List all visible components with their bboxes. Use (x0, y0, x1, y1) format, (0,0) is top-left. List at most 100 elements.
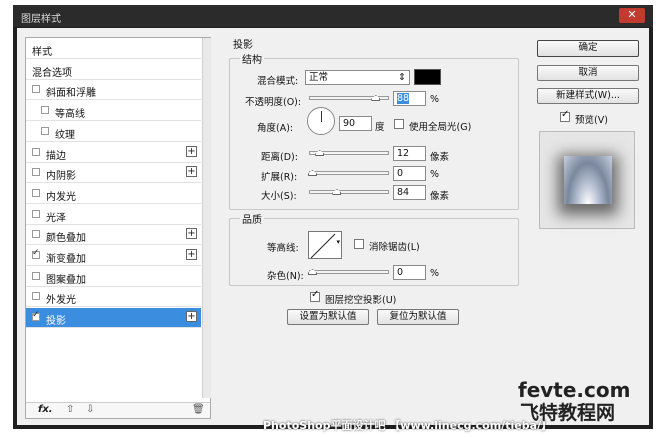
knockout-checkbox[interactable] (310, 289, 320, 302)
title-bar: 图层样式 ✕ (13, 5, 653, 27)
style-item-12[interactable]: 图案叠加 (26, 267, 201, 287)
opacity-slider-thumb[interactable] (371, 95, 381, 101)
style-item-label: 内阴影 (46, 171, 76, 183)
style-item-label: 斜面和浮雕 (46, 88, 96, 100)
distance-slider[interactable] (309, 150, 389, 156)
spread-label: 扩展(R): (261, 172, 298, 183)
spread-slider-thumb[interactable] (308, 170, 317, 176)
antialias-checkbox[interactable] (354, 239, 364, 249)
styles-list-scrollbar[interactable] (202, 38, 211, 398)
close-button[interactable]: ✕ (619, 8, 645, 23)
styles-list-footer: fx. ⇧ ⇩ 🗑 (26, 402, 210, 418)
noise-slider-thumb[interactable] (308, 269, 317, 275)
cancel-button[interactable]: 取消 (537, 65, 639, 81)
style-item-1[interactable]: 样式 (26, 39, 201, 59)
contour-picker[interactable]: ▾ (308, 231, 342, 259)
style-item-checkbox[interactable] (32, 248, 40, 259)
style-item-checkbox[interactable] (41, 106, 49, 115)
noise-unit: % (430, 268, 440, 279)
opacity-unit: % (430, 94, 440, 105)
add-style-icon[interactable]: + (186, 249, 197, 260)
style-item-checkbox[interactable] (32, 168, 40, 177)
style-item-checkbox[interactable] (32, 271, 40, 280)
move-up-icon[interactable]: ⇧ (66, 404, 74, 415)
style-item-checkbox[interactable] (32, 292, 40, 301)
noise-value: 0 (397, 267, 404, 278)
distance-value: 12 (397, 148, 410, 159)
style-item-10[interactable]: 颜色叠加 + (26, 225, 201, 246)
add-style-icon[interactable]: + (186, 145, 197, 157)
size-slider-thumb[interactable] (332, 189, 342, 195)
contour-preview-icon (310, 233, 336, 259)
ok-button[interactable]: 确定 (537, 40, 639, 57)
noise-slider[interactable] (308, 269, 389, 275)
distance-unit: 像素 (430, 152, 450, 163)
style-item-checkbox[interactable] (32, 310, 40, 322)
style-item-3[interactable]: 斜面和浮雕 (26, 80, 201, 101)
reset-default-button[interactable]: 复位为默认值 (377, 309, 459, 325)
fx-icon[interactable]: fx. (38, 404, 53, 415)
style-item-8[interactable]: 内发光 (26, 184, 201, 204)
angle-input[interactable]: 90 (339, 116, 372, 131)
style-item-label: 外发光 (46, 295, 76, 307)
contour-label: 等高线: (267, 243, 299, 254)
watermark-text: PhotoShop平面设计吧 【www.linecg.com/tieba/】 (263, 419, 553, 432)
opacity-input[interactable]: 88 (393, 91, 426, 106)
spread-input[interactable]: 0 (393, 166, 426, 181)
style-item-checkbox[interactable] (32, 147, 40, 156)
spread-unit: % (430, 169, 440, 180)
angle-needle (321, 111, 322, 122)
style-item-checkbox[interactable] (32, 209, 40, 218)
drop-shadow-title: 投影 (233, 40, 253, 51)
style-item-9[interactable]: 光泽 (26, 205, 201, 225)
style-preview-area (539, 131, 635, 229)
global-light-checkbox[interactable] (394, 119, 404, 129)
spread-value: 0 (397, 168, 404, 179)
new-style-button[interactable]: 新建样式(W)... (537, 88, 639, 104)
size-slider[interactable] (309, 189, 389, 195)
style-item-7[interactable]: 内阴影 + (26, 163, 201, 184)
add-style-icon[interactable]: + (186, 166, 197, 178)
style-item-checkbox[interactable] (32, 230, 40, 239)
size-value: 84 (397, 187, 410, 198)
style-item-2[interactable]: 混合选项 (26, 60, 201, 80)
preview-checkbox[interactable] (560, 109, 570, 122)
style-item-14[interactable]: 投影 + (26, 308, 201, 329)
contour-dropdown-icon[interactable]: ▾ (336, 238, 340, 246)
spread-slider[interactable] (308, 170, 389, 176)
global-light-label: 使用全局光(G) (409, 122, 472, 133)
noise-input[interactable]: 0 (393, 265, 426, 280)
style-item-11[interactable]: 渐变叠加 + (26, 246, 201, 266)
distance-label: 距离(D): (261, 152, 298, 163)
style-item-4[interactable]: 等高线 (26, 101, 201, 122)
style-item-label: 描边 (46, 150, 66, 162)
add-style-icon[interactable]: + (186, 228, 197, 240)
shadow-color-swatch[interactable] (414, 69, 441, 85)
angle-label: 角度(A): (257, 123, 294, 134)
trash-icon[interactable]: 🗑 (192, 404, 205, 415)
quality-title: 品质 (240, 211, 264, 226)
size-input[interactable]: 84 (393, 185, 426, 200)
angle-value: 90 (343, 118, 356, 129)
style-item-6[interactable]: 描边 + (26, 143, 201, 163)
make-default-button[interactable]: 设置为默认值 (287, 309, 369, 325)
knockout-label: 图层挖空投影(U) (325, 295, 397, 306)
dialog-body: 样式混合选项斜面和浮雕等高线纹理描边 + 内阴影 + 内发光光泽颜色叠加 + 渐变叠加 + 图案… (17, 28, 649, 425)
angle-dial[interactable] (307, 107, 335, 135)
distance-input[interactable]: 12 (393, 146, 426, 161)
style-item-13[interactable]: 外发光 (26, 287, 201, 308)
distance-slider-thumb[interactable] (315, 150, 325, 156)
blend-mode-select[interactable]: 正常 ⇕ (305, 70, 410, 85)
move-down-icon[interactable]: ⇩ (86, 404, 94, 415)
style-item-checkbox[interactable] (32, 85, 40, 94)
style-item-5[interactable]: 纹理 (26, 122, 201, 142)
noise-label: 杂色(N): (267, 271, 304, 282)
antialias-label: 消除锯齿(L) (369, 242, 420, 253)
style-item-label: 渐变叠加 (46, 254, 86, 265)
add-style-icon[interactable]: + (186, 311, 197, 323)
opacity-slider[interactable] (309, 95, 389, 101)
blend-mode-label: 混合模式: (257, 76, 299, 87)
style-item-checkbox[interactable] (41, 126, 49, 135)
preview-label: 预览(V) (575, 115, 608, 126)
style-item-checkbox[interactable] (32, 188, 40, 197)
